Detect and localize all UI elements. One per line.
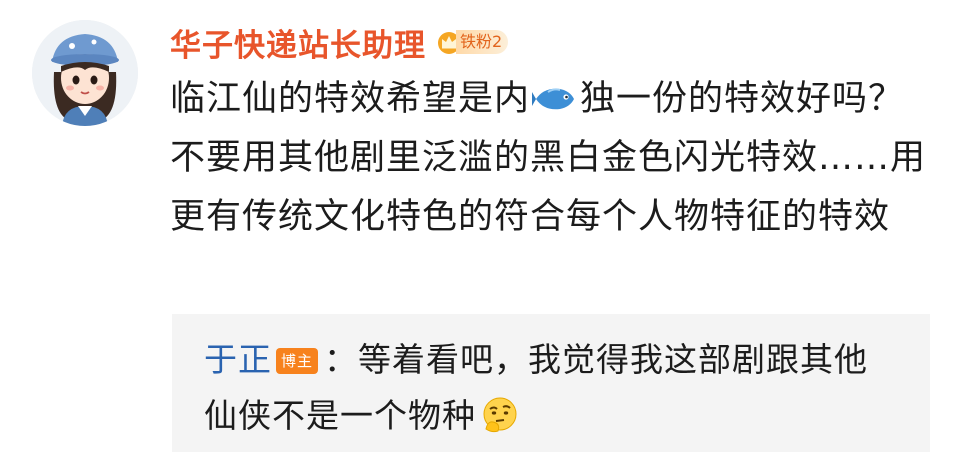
reply-author-link[interactable]: 于正 [204,340,272,379]
cartoon-girl-avatar [32,20,138,126]
reply-box: 于正 博主 ：等着看吧，我觉得我这部剧跟其他仙侠不是一个物种 [172,314,930,452]
comment-text: 临江仙的特效希望是内 独一份的特效好吗？不要用其他剧里泛滥的黑白金色闪光特效……… [170,70,940,247]
fan-badge[interactable]: 铁粉2 [436,29,509,55]
comment-header: 华子快递站长助理 铁粉2 [170,20,509,65]
fan-level-label: 铁粉2 [456,30,509,54]
comment-text-part-1: 临江仙的特效希望是内 [170,79,531,119]
avatar[interactable] [32,20,138,126]
username-link[interactable]: 华子快递站长助理 [170,20,426,65]
thinking-icon [480,395,520,435]
blogger-badge: 博主 [276,348,318,374]
reply-separator: ： [324,340,358,379]
fish-icon [532,74,578,110]
